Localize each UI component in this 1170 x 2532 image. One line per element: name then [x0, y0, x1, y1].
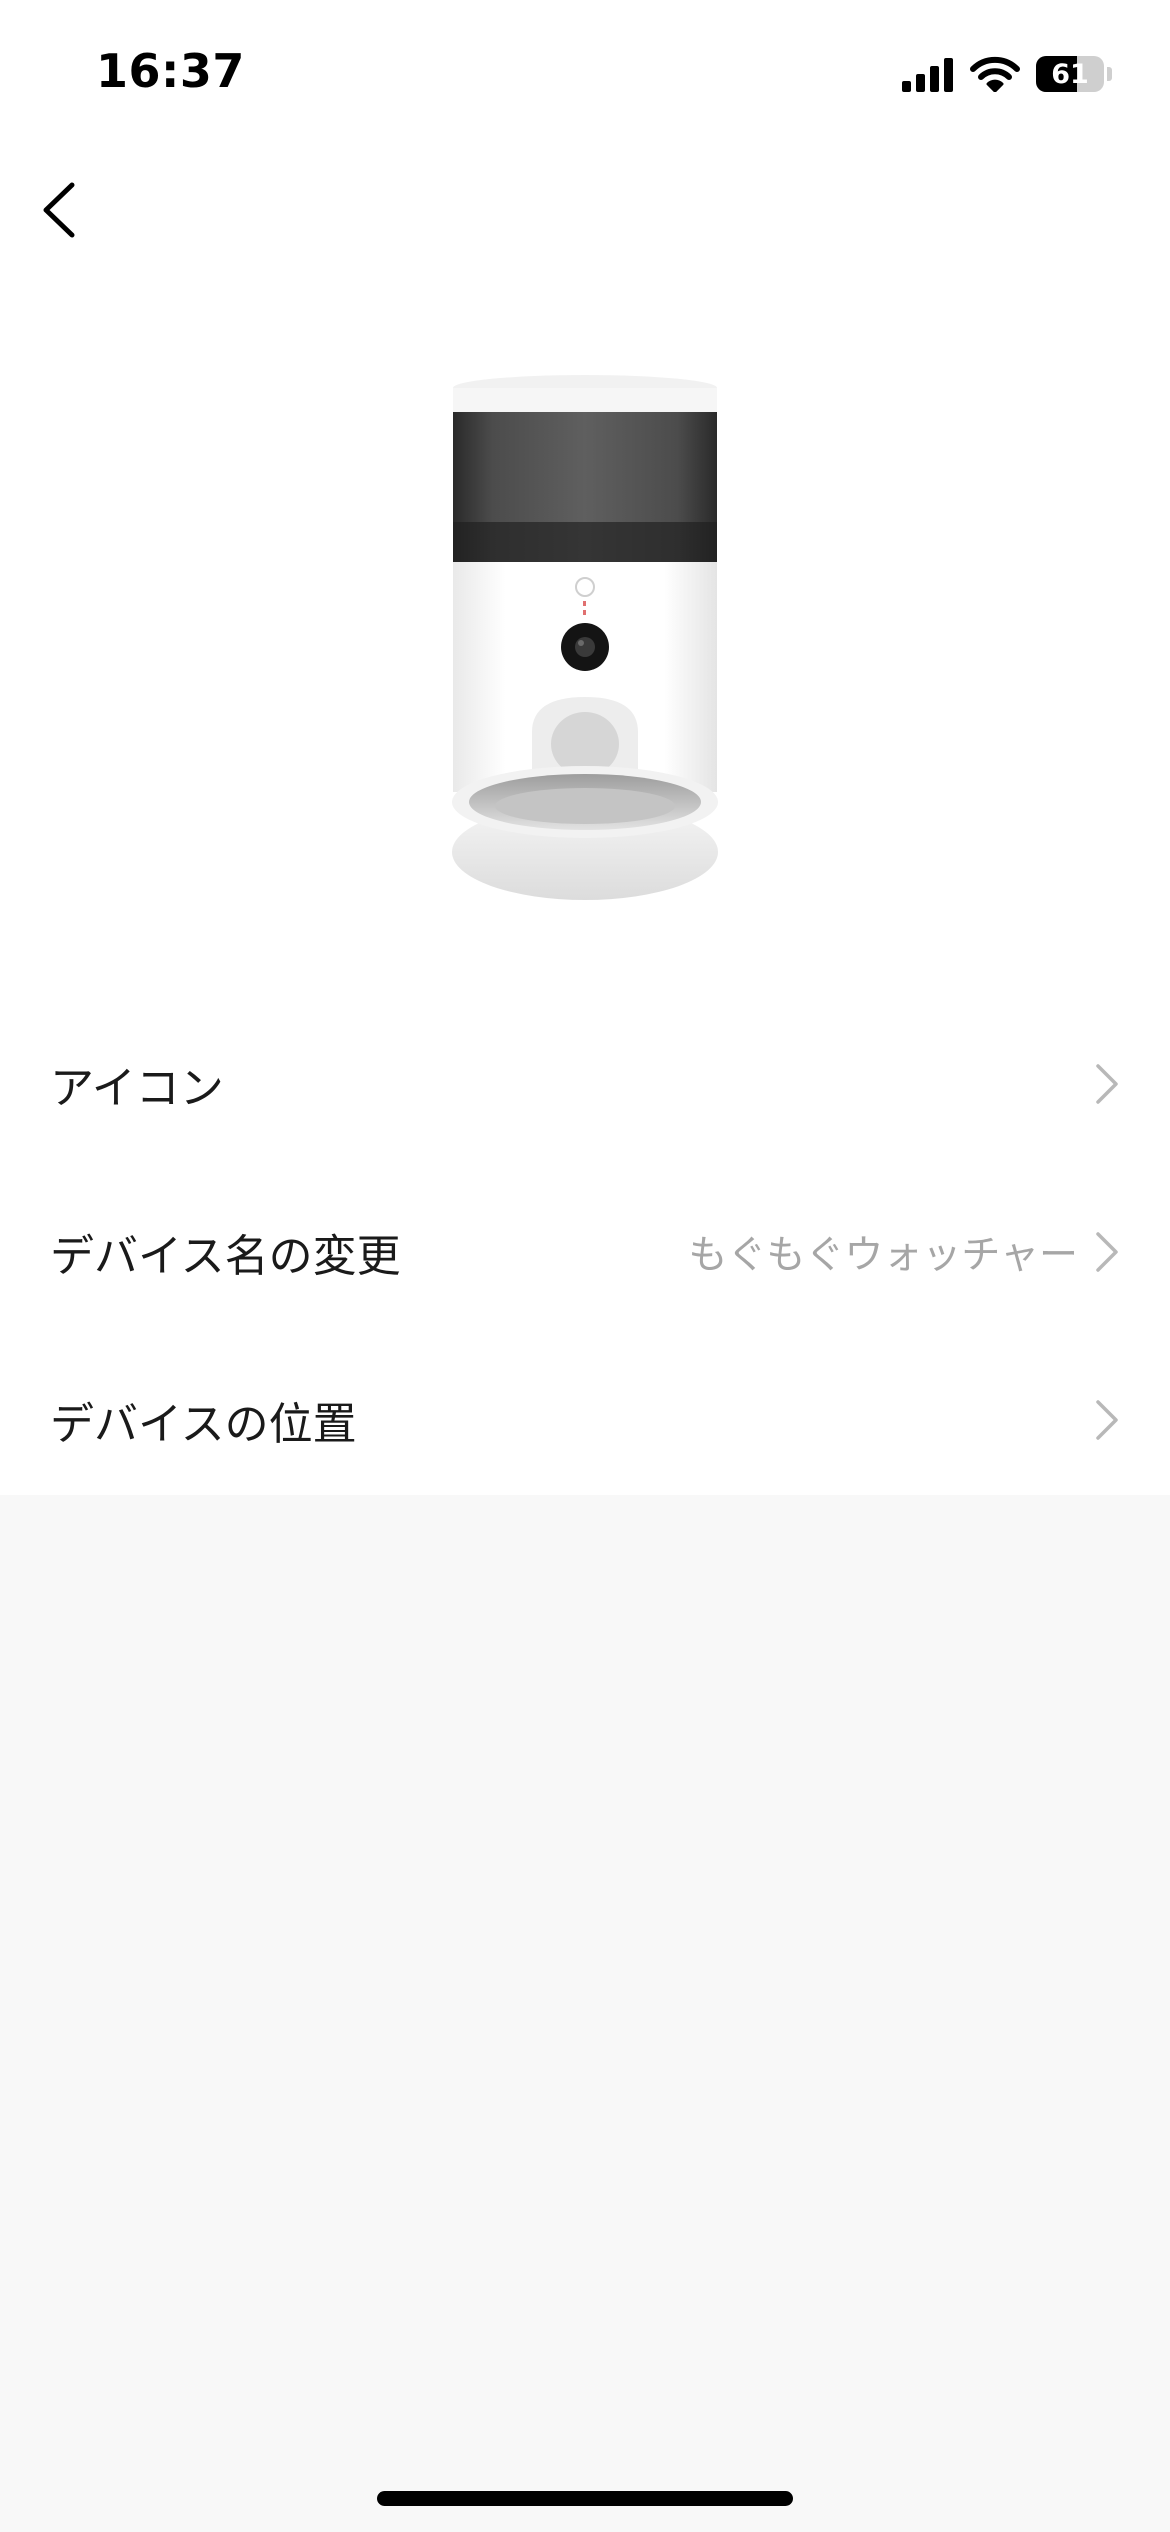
pet-feeder-camera-image [452, 375, 718, 900]
rename-device-row[interactable]: デバイス名の変更 もぐもぐウォッチャー [0, 1168, 1170, 1336]
device-location-label: デバイスの位置 [50, 1399, 357, 1450]
settings-panel: 16:37 61 アイコン デバイス名の変更 もぐもぐウォッチャー デバイスの位… [0, 0, 1170, 1495]
battery-level: 61 [1051, 58, 1089, 90]
cellular-signal-icon [902, 58, 953, 92]
icon-setting-row[interactable]: アイコン [0, 1000, 1170, 1168]
chevron-right-icon [1096, 1232, 1118, 1272]
icon-setting-label: アイコン [50, 1063, 224, 1114]
status-icons: 61 [902, 52, 1112, 96]
battery-tip [1107, 67, 1112, 81]
battery-icon: 61 [1036, 56, 1104, 92]
status-bar: 16:37 61 [0, 0, 1170, 150]
device-location-row[interactable]: デバイスの位置 [0, 1336, 1170, 1504]
home-indicator[interactable] [377, 2491, 793, 2506]
device-settings-screen: 16:37 61 アイコン デバイス名の変更 もぐもぐウォッチャー デバイスの位… [0, 0, 1170, 2532]
chevron-right-icon [1096, 1064, 1118, 1104]
back-button[interactable] [18, 170, 98, 250]
rename-device-label: デバイス名の変更 [50, 1231, 401, 1282]
chevron-left-icon [43, 182, 75, 238]
status-time: 16:37 [96, 44, 245, 98]
chevron-right-icon [1096, 1400, 1118, 1440]
device-name-value: もぐもぐウォッチャー [688, 1233, 1078, 1278]
settings-list: アイコン デバイス名の変更 もぐもぐウォッチャー デバイスの位置 [0, 1000, 1170, 1504]
wifi-icon [970, 56, 1020, 92]
